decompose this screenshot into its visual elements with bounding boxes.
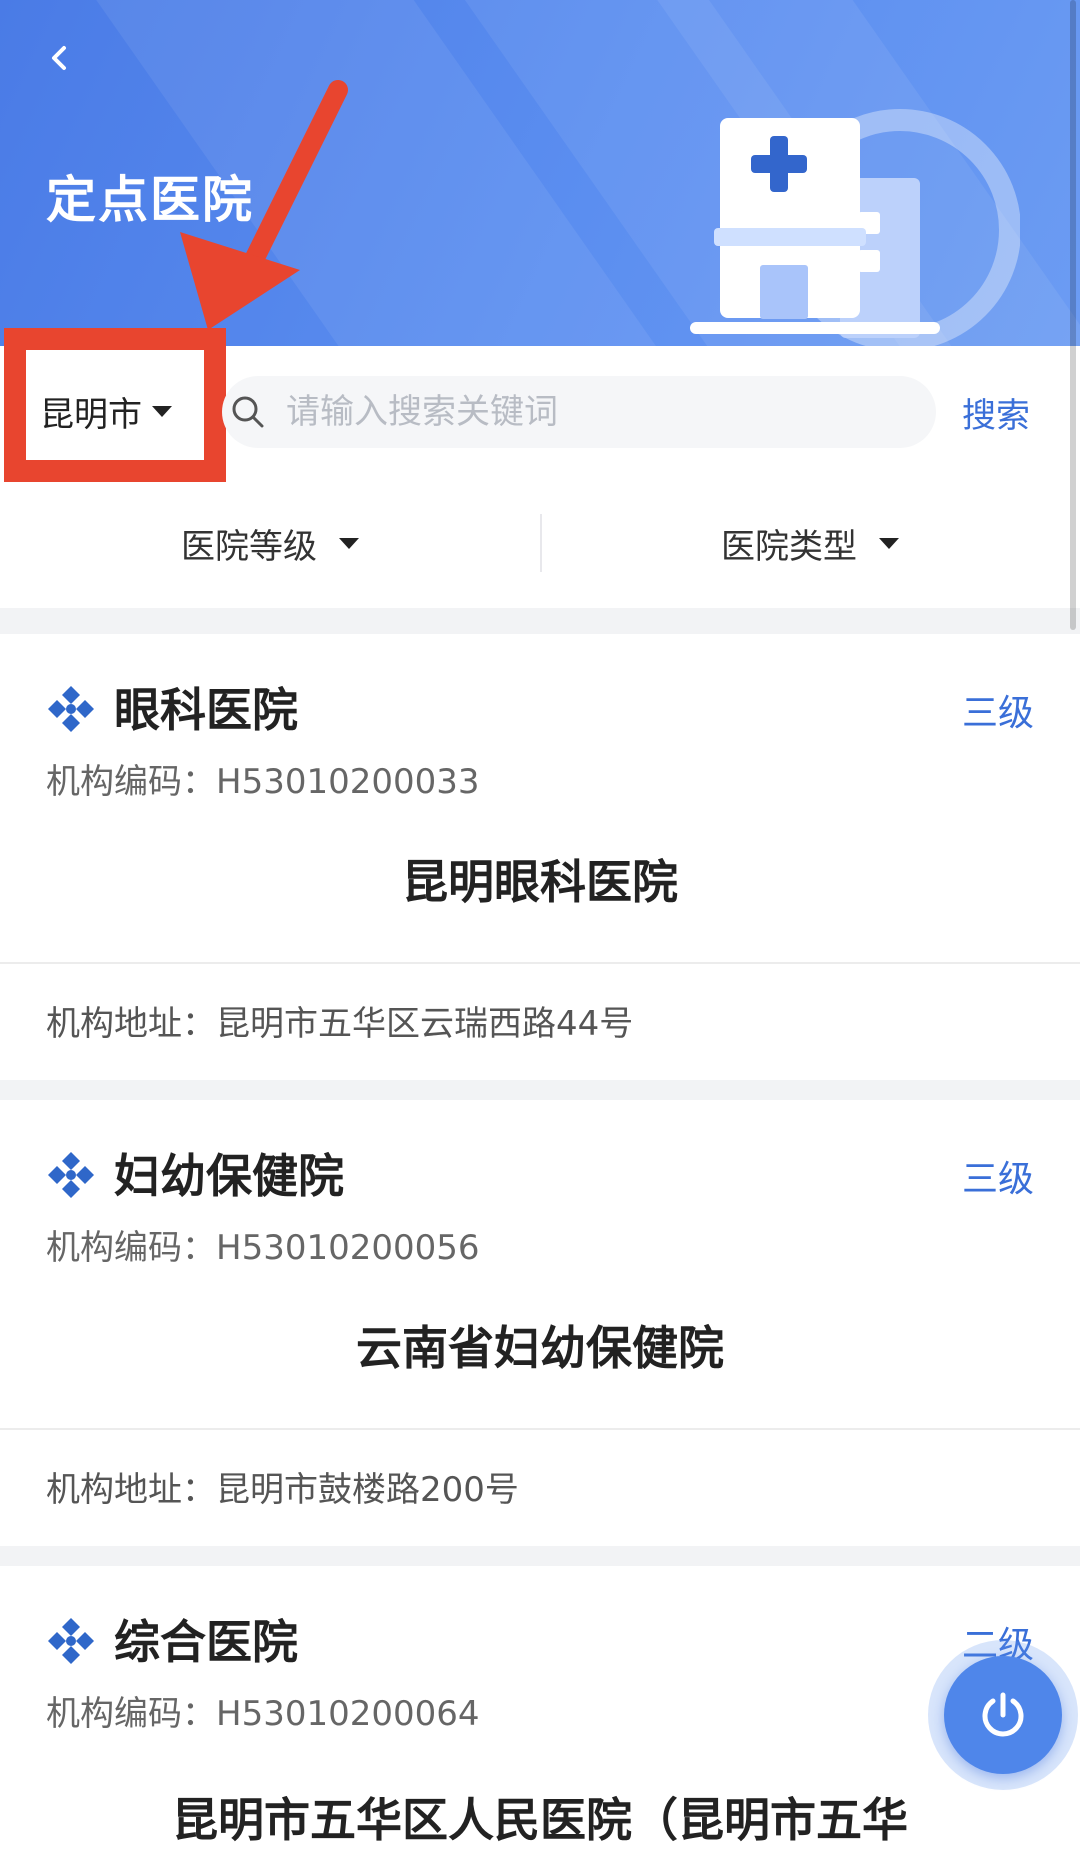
medical-cross-icon [48,1152,94,1198]
filter-divider [540,514,542,572]
hospital-building-icon [690,109,1020,346]
code-label: 机构编码： [46,1694,216,1734]
hospital-card[interactable]: 眼科医院 三级 机构编码：H53010200033 昆明眼科医院 机构地址：昆明… [0,634,1080,1080]
hospital-level: 三级 [961,693,1034,734]
divider [0,962,1080,964]
hospital-category: 眼科医院 [114,683,298,737]
city-label: 昆明市 [40,394,142,435]
page: 定点医院 昆明市 搜索 医院等级 [0,0,1080,1855]
hospital-name: 昆明市五华区人民医院（昆明市五华 [172,1793,908,1847]
header-banner: 定点医院 [0,0,1080,346]
address-label: 机构地址： [46,1470,216,1510]
hospital-address: 昆明市五华区云瑞西路44号 [216,1004,634,1044]
scrollbar[interactable] [1070,0,1076,630]
hospital-card[interactable]: 妇幼保健院 三级 机构编码：H53010200056 云南省妇幼保健院 机构地址… [0,1100,1080,1546]
hospital-level: 三级 [961,1159,1034,1200]
medical-cross-icon [48,686,94,732]
search-input[interactable] [286,392,846,432]
hospital-category: 妇幼保健院 [114,1149,344,1203]
medical-cross-icon [48,1618,94,1664]
hospital-type-filter[interactable]: 医院类型 [540,500,1080,586]
power-icon [982,1692,1024,1737]
search-box[interactable] [222,376,936,448]
search-button[interactable]: 搜索 [962,388,1030,437]
address-label: 机构地址： [46,1004,216,1044]
hospital-category: 综合医院 [114,1615,298,1669]
power-button-inner [944,1656,1062,1774]
search-icon [232,396,264,428]
hospital-address: 昆明市鼓楼路200号 [216,1470,519,1510]
caret-down-icon [152,405,172,417]
hospital-name: 昆明眼科医院 [402,855,678,909]
hospital-level-filter[interactable]: 医院等级 [0,500,540,586]
page-title: 定点医院 [46,171,254,229]
hospital-level-label: 医院等级 [181,526,317,567]
hospital-name: 云南省妇幼保健院 [356,1321,724,1375]
code-label: 机构编码： [46,1228,216,1268]
caret-down-icon [879,537,899,549]
back-arrow-icon[interactable] [44,44,84,100]
divider [0,1428,1080,1430]
hospital-code: H53010200056 [216,1228,480,1268]
caret-down-icon [339,537,359,549]
hospital-type-label: 医院类型 [721,526,857,567]
hospital-card[interactable]: 综合医院 二级 机构编码：H53010200064 昆明市五华区人民医院（昆明市… [0,1566,1080,1855]
city-selector[interactable]: 昆明市 [40,386,172,436]
hospital-code: H53010200033 [216,762,480,802]
hospital-code: H53010200064 [216,1694,480,1734]
code-label: 机构编码： [46,762,216,802]
power-button[interactable] [928,1640,1078,1790]
